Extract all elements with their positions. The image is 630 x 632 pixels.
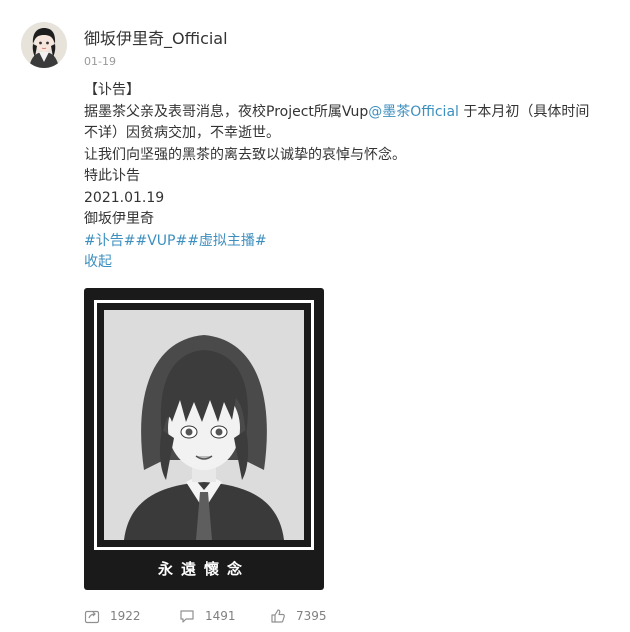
collapse-link[interactable]: 收起 — [84, 252, 624, 274]
repost-button[interactable]: 1922 — [84, 608, 141, 624]
comment-count: 1491 — [205, 609, 236, 623]
like-button[interactable]: 7395 — [270, 608, 327, 624]
hashtag-links[interactable]: #讣告##VUP##虚拟主播# — [84, 231, 624, 253]
like-count: 7395 — [296, 609, 327, 623]
image-border — [94, 300, 314, 550]
repost-icon — [84, 610, 100, 624]
post-line-1a: 据墨茶父亲及表哥消息，夜校Project所属Vup — [84, 103, 369, 120]
avatar[interactable] — [21, 22, 67, 68]
author-name[interactable]: 御坂伊里奇_Official — [84, 25, 228, 49]
post-date-line: 2021.01.19 — [84, 189, 165, 206]
post-line-1: 据墨茶父亲及表哥消息，夜校Project所属Vup@墨茶Official 于本月… — [84, 102, 624, 124]
mention-link[interactable]: @墨茶Official — [368, 104, 459, 120]
portrait-drawing — [104, 310, 304, 540]
portrait-image — [104, 310, 304, 540]
post-body: 【讣告】 据墨茶父亲及表哥消息，夜校Project所属Vup@墨茶Officia… — [84, 80, 624, 274]
memorial-caption: 永遠懷念 — [157, 560, 250, 578]
post-title-tag: 【讣告】 — [84, 82, 140, 98]
post-date[interactable]: 01-19 — [84, 55, 116, 68]
post-signature: 御坂伊里奇 — [84, 211, 154, 227]
avatar-image — [21, 22, 67, 68]
thumbs-up-icon — [271, 609, 285, 623]
comment-icon — [180, 610, 194, 623]
post-line-2: 不详）因贫病交加，不幸逝世。 — [84, 125, 280, 141]
post-line-4: 特此讣告 — [84, 168, 140, 184]
comment-button[interactable]: 1491 — [179, 608, 236, 624]
memorial-image[interactable]: 永遠懷念 — [84, 288, 324, 590]
repost-count: 1922 — [110, 609, 141, 623]
post-line-1b: 于本月初（具体时间 — [458, 103, 590, 120]
post-line-3: 让我们向坚强的黑茶的离去致以诚挚的哀悼与怀念。 — [84, 146, 406, 163]
